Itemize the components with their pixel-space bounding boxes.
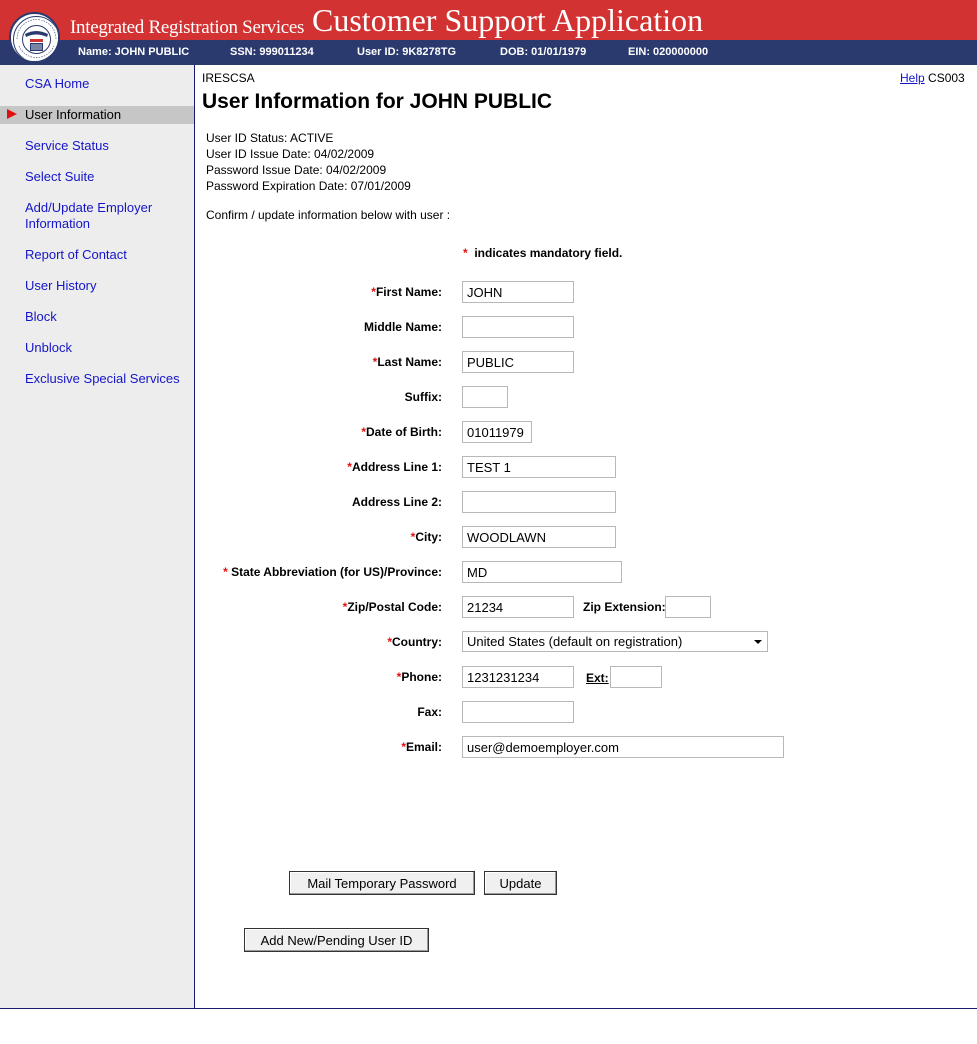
sidebar-item-user-history[interactable]: User History xyxy=(25,278,190,294)
phone-ext-field[interactable] xyxy=(610,666,662,688)
system-code: IRESCSA xyxy=(202,71,255,85)
sidebar-item-report-of-contact[interactable]: Report of Contact xyxy=(25,247,190,263)
email-field[interactable] xyxy=(462,736,784,758)
state-field[interactable] xyxy=(462,561,622,583)
password-issue-date: Password Issue Date: 04/02/2009 xyxy=(206,163,387,177)
active-arrow-icon xyxy=(7,109,17,119)
screen-code: CS003 xyxy=(928,71,965,85)
first-name-label: *First Name: xyxy=(371,285,442,299)
header-user-id: User ID: 9K8278TG xyxy=(357,46,457,58)
help-link[interactable]: Help xyxy=(900,71,925,85)
phone-ext-label: Ext: xyxy=(586,671,609,685)
page-title: User Information for JOHN PUBLIC xyxy=(202,90,553,113)
country-select[interactable]: United States (default on registration) xyxy=(462,631,768,652)
user-id-issue-date: User ID Issue Date: 04/02/2009 xyxy=(206,147,375,161)
city-label: *City: xyxy=(410,530,442,544)
bottom-divider xyxy=(0,1008,977,1009)
sidebar-item-csa-home[interactable]: CSA Home xyxy=(25,76,190,92)
sidebar-item-exclusive-special-services[interactable]: Exclusive Special Services xyxy=(25,371,190,387)
middle-name-label: Middle Name: xyxy=(363,320,442,334)
sidebar-item-unblock[interactable]: Unblock xyxy=(25,340,190,356)
sidebar-item-block[interactable]: Block xyxy=(25,309,190,325)
zip-code-field[interactable] xyxy=(462,596,574,618)
ssa-seal-logo xyxy=(9,12,60,63)
last-name-label: *Last Name: xyxy=(372,355,442,369)
address-line-2-label: Address Line 2: xyxy=(351,495,442,509)
header-ssn: SSN: 999011234 xyxy=(230,46,314,58)
first-name-field[interactable] xyxy=(462,281,574,303)
help-area: Help CS003 xyxy=(900,71,965,85)
chevron-down-icon xyxy=(754,640,762,644)
address-line-2-field[interactable] xyxy=(462,491,616,513)
sidebar-item-user-information[interactable]: User Information xyxy=(25,107,190,123)
header-ein: EIN: 020000000 xyxy=(628,46,709,58)
header-name: Name: JOHN PUBLIC xyxy=(78,46,190,58)
last-name-field[interactable] xyxy=(462,351,574,373)
address-line-1-label: *Address Line 1: xyxy=(347,460,442,474)
required-marker: * xyxy=(463,246,468,260)
fax-label: Fax: xyxy=(417,705,442,719)
fax-field[interactable] xyxy=(462,701,574,723)
date-of-birth-label: *Date of Birth: xyxy=(361,425,442,439)
zip-extension-field[interactable] xyxy=(665,596,711,618)
country-selected-value: United States (default on registration) xyxy=(467,634,683,649)
suffix-label: Suffix: xyxy=(404,390,442,404)
state-label: * State Abbreviation (for US)/Province: xyxy=(223,565,442,579)
email-label: *Email: xyxy=(401,740,442,754)
phone-label: *Phone: xyxy=(396,670,442,684)
sidebar-item-service-status[interactable]: Service Status xyxy=(25,138,190,154)
zip-code-label: *Zip/Postal Code: xyxy=(342,600,442,614)
country-label: *Country: xyxy=(387,635,442,649)
header-dob: DOB: 01/01/1979 xyxy=(500,46,587,58)
user-id-status: User ID Status: ACTIVE xyxy=(206,131,334,145)
add-new-user-id-button[interactable]: Add New/Pending User ID xyxy=(244,928,429,952)
agency-label: Integrated Registration Services xyxy=(70,17,305,38)
sidebar-nav: CSA Home User Information Service Status… xyxy=(0,65,195,1008)
sidebar-item-add-update-employer[interactable]: Add/Update Employer Information xyxy=(25,200,190,232)
update-button[interactable]: Update xyxy=(484,871,557,895)
suffix-field[interactable] xyxy=(462,386,508,408)
address-line-1-field[interactable] xyxy=(462,456,616,478)
password-expiration-date: Password Expiration Date: 07/01/2009 xyxy=(206,179,411,193)
date-of-birth-field[interactable] xyxy=(462,421,532,443)
city-field[interactable] xyxy=(462,526,616,548)
phone-field[interactable] xyxy=(462,666,574,688)
app-title: Customer Support Application xyxy=(312,2,704,38)
mail-temporary-password-button[interactable]: Mail Temporary Password xyxy=(289,871,475,895)
mandatory-note-text: indicates mandatory field. xyxy=(474,246,623,260)
middle-name-field[interactable] xyxy=(462,316,574,338)
zip-extension-label: Zip Extension: xyxy=(583,600,666,614)
sidebar-item-select-suite[interactable]: Select Suite xyxy=(25,169,190,185)
confirm-instruction: Confirm / update information below with … xyxy=(206,208,451,222)
mandatory-field-note: * indicates mandatory field. xyxy=(463,246,622,260)
